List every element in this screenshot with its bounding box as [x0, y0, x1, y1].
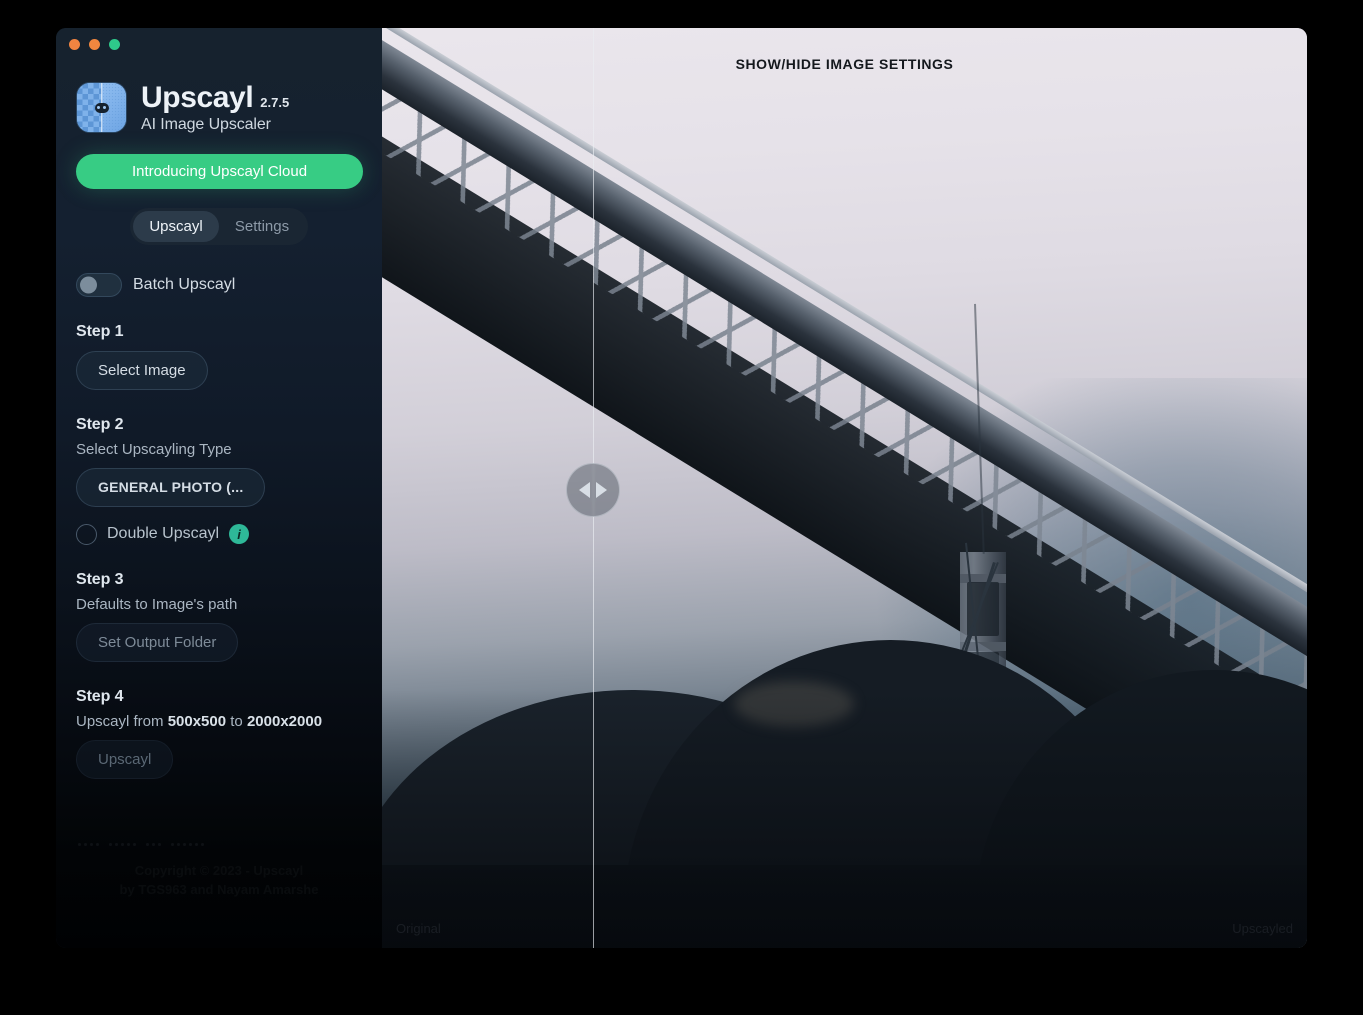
upscayl-run-button[interactable]: Upscayl	[76, 739, 174, 779]
target-resolution: 2000x2000	[246, 712, 323, 730]
step-3-description: Defaults to Image's path	[76, 595, 238, 613]
double-upscayl-label: Double Upscayl	[107, 525, 220, 542]
image-comparison-pane: SHOW/HIDE IMAGE SETTINGS Original Upscay…	[382, 28, 1307, 948]
set-output-folder-button[interactable]: Set Output Folder	[76, 622, 239, 662]
brand-header: Upscayl 2.7.5 AI Image Upscaler	[76, 82, 362, 134]
source-resolution: 500x500	[167, 712, 227, 730]
original-image-label: Original	[396, 921, 441, 936]
double-upscayl-checkbox[interactable]	[76, 523, 97, 545]
step-4-middle: to	[226, 712, 247, 730]
tab-upscayl[interactable]: Upscayl	[133, 210, 219, 242]
comparison-slider-handle[interactable]	[565, 462, 620, 517]
introducing-upscayl-cloud-banner[interactable]: Introducing Upscayl Cloud	[76, 153, 363, 189]
step-3-block: Step 3 Defaults to Image's path Set Outp…	[76, 571, 362, 662]
double-upscayl-row: Double Upscayl i	[76, 523, 362, 545]
step-4-title: Step 4	[76, 687, 124, 705]
step-2-block: Step 2 Select Upscayling Type GENERAL PH…	[76, 416, 362, 545]
app-tagline: AI Image Upscaler	[141, 115, 271, 133]
step-1-title: Step 1	[76, 322, 124, 340]
foreground-water	[382, 865, 1307, 948]
app-title: Upscayl	[141, 81, 254, 114]
step-4-block: Step 4 Upscayl from 500x500 to 2000x2000…	[76, 688, 362, 779]
arrow-left-icon	[578, 481, 590, 498]
step-2-title: Step 2	[76, 415, 124, 433]
app-version: 2.7.5	[260, 95, 290, 110]
upscayled-image-label: Upscayled	[1232, 921, 1293, 936]
select-image-button[interactable]: Select Image	[76, 350, 208, 390]
toggle-knob	[80, 276, 97, 293]
tab-bar: Upscayl Settings	[130, 207, 308, 245]
batch-upscayl-toggle[interactable]	[76, 272, 122, 297]
tab-settings[interactable]: Settings	[219, 211, 305, 242]
upscayling-type-select[interactable]: GENERAL PHOTO (...	[76, 467, 266, 507]
step-2-description: Select Upscayling Type	[76, 440, 232, 458]
step-3-title: Step 3	[76, 570, 124, 588]
logo-slider-knob-icon	[94, 102, 109, 113]
app-window: Upscayl 2.7.5 AI Image Upscaler Introduc…	[56, 28, 1307, 948]
arrow-right-icon	[595, 481, 607, 498]
upscayl-logo-icon	[76, 82, 127, 134]
decorative-dots-strip	[78, 843, 204, 846]
sidebar: Upscayl 2.7.5 AI Image Upscaler Introduc…	[56, 28, 382, 948]
info-icon[interactable]: i	[229, 524, 250, 544]
show-hide-image-settings-button[interactable]: SHOW/HIDE IMAGE SETTINGS	[382, 56, 1307, 72]
hill-highlight	[733, 681, 854, 728]
batch-upscayl-row: Batch Upscayl	[76, 272, 362, 297]
step-1-block: Step 1 Select Image	[76, 323, 362, 390]
batch-upscayl-label: Batch Upscayl	[133, 275, 236, 293]
step-4-prefix: Upscayl from	[76, 712, 168, 730]
step-4-description: Upscayl from 500x500 to 2000x2000	[76, 713, 362, 730]
